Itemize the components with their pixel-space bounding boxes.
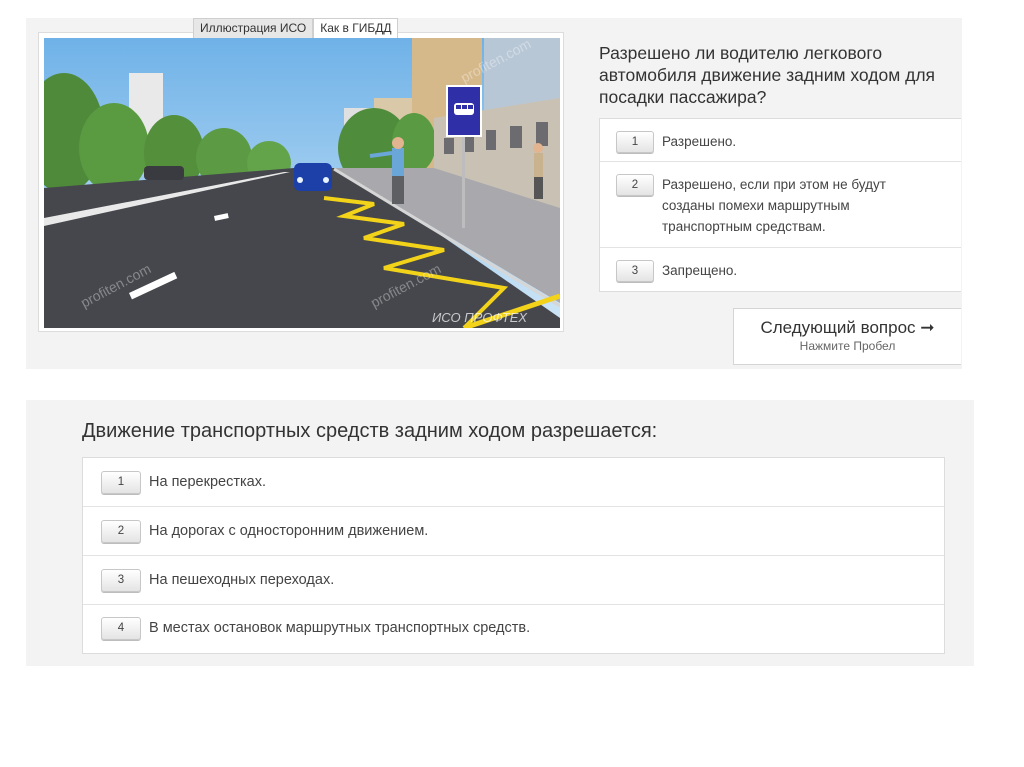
pedestrian-walking	[534, 153, 543, 177]
answer-text: Разрешено.	[662, 134, 737, 149]
road-scene-illustration: profiten.com profiten.com profiten.com И…	[44, 38, 560, 328]
answer-number: 3	[101, 568, 141, 592]
answer-text: Запрещено.	[662, 263, 738, 278]
next-button-hint: Нажмите Пробел	[799, 339, 896, 353]
answer-option-3[interactable]: 3 На пешеходных переходах.	[83, 556, 944, 605]
answer-text: На пешеходных переходах.	[149, 571, 335, 588]
answer-number: 4	[101, 617, 141, 640]
illustration-frame: profiten.com profiten.com profiten.com И…	[38, 32, 564, 332]
answer-option-2[interactable]: 2 Разрешено, если при этом не будут созд…	[600, 162, 961, 248]
next-button-label: Следующий вопрос ➞	[760, 318, 935, 337]
answer-text: Разрешено, если при этом не будут создан…	[662, 177, 886, 234]
answer-text: На перекрестках.	[149, 473, 266, 490]
answer-option-1[interactable]: 1 Разрешено.	[600, 119, 961, 162]
question-title: Разрешено ли водителю легкового автомоби…	[599, 43, 936, 107]
answers-list: 1 Разрешено. 2 Разрешено, если при этом …	[599, 118, 961, 292]
brand-watermark: ИСО ПРОФТЕХ	[432, 310, 528, 325]
answer-number: 1	[101, 470, 141, 494]
answer-option-1[interactable]: 1 На перекрестках.	[83, 458, 944, 507]
answer-text: В местах остановок маршрутных транспортн…	[149, 620, 531, 636]
answer-option-2[interactable]: 2 На дорогах с односторонним движением.	[83, 507, 944, 556]
answer-text: На дорогах с односторонним движением.	[149, 522, 429, 539]
tab-gibdd[interactable]: Как в ГИБДД	[313, 18, 399, 38]
tab-iso-illustration[interactable]: Иллюстрация ИСО	[193, 18, 314, 38]
answer-number: 2	[101, 519, 141, 543]
answer-option-3[interactable]: 3 Запрещено.	[600, 248, 961, 291]
answer-number: 1	[616, 131, 654, 153]
answers-list-2: 1 На перекрестках. 2 На дорогах с одност…	[82, 457, 945, 654]
answer-number: 2	[616, 174, 654, 196]
car-blue	[294, 163, 332, 191]
pedestrian-waving	[392, 148, 404, 176]
question-title-2: Движение транспортных средств задним ход…	[82, 420, 658, 442]
illustration-tabs: Иллюстрация ИСО Как в ГИБДД	[193, 18, 399, 38]
next-question-button[interactable]: Следующий вопрос ➞ Нажмите Пробел	[733, 308, 961, 365]
answer-number: 3	[616, 260, 654, 282]
car-distant	[144, 166, 184, 180]
answer-option-4[interactable]: 4 В местах остановок маршрутных транспор…	[83, 605, 944, 652]
